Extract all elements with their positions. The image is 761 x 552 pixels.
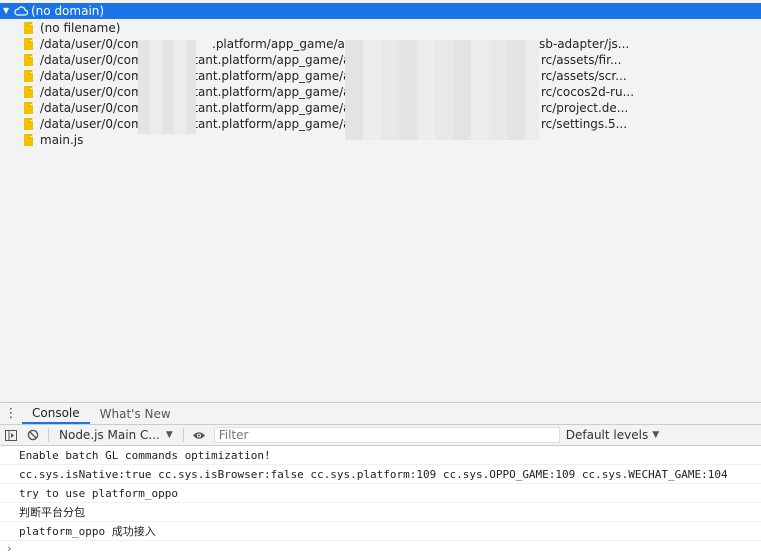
- console-messages: Enable batch GL commands optimization! c…: [0, 446, 761, 552]
- dropdown-caret-icon: ▼: [652, 430, 660, 440]
- file-path-start: /data/user/0/com.: [40, 117, 147, 131]
- redacted-region: [138, 40, 196, 134]
- console-message: 判断平台分包: [0, 503, 761, 522]
- file-icon: [24, 38, 33, 50]
- file-name: main.js: [40, 133, 84, 147]
- file-icon: [24, 134, 33, 146]
- file-item[interactable]: (no filename): [24, 20, 120, 36]
- filter-input[interactable]: [213, 427, 560, 443]
- sidebar-toggle-icon[interactable]: [0, 425, 22, 445]
- dropdown-caret-icon: ▼: [165, 430, 173, 440]
- file-path-end: rc/settings.5...: [541, 117, 628, 131]
- file-item[interactable]: /data/user/0/com: [24, 84, 143, 100]
- file-path-start: /data/user/0/com: [40, 53, 143, 67]
- file-item[interactable]: /data/user/0/com.: [24, 116, 146, 132]
- drawer-tab-bar: ⋮ Console What's New: [0, 402, 761, 425]
- file-item[interactable]: main.js: [24, 132, 83, 148]
- file-icon: [24, 70, 33, 82]
- levels-label: Default levels: [565, 428, 649, 442]
- file-path-mid: stant.platform/app_game/ap: [187, 117, 359, 131]
- context-selector[interactable]: Node.js Main C... ▼: [53, 428, 179, 442]
- file-path-mid: stant.platform/app_game/app: [187, 69, 366, 83]
- console-prompt[interactable]: ›: [0, 541, 761, 552]
- file-path-end: sb-adapter/js...: [539, 37, 630, 51]
- file-path-end: rc/project.de...: [541, 101, 629, 115]
- file-path-end: rc/assets/scr...: [541, 69, 627, 83]
- domain-label: (no domain): [31, 4, 105, 18]
- console-message: Enable batch GL commands optimization!: [0, 446, 761, 465]
- console-toolbar: Node.js Main C... ▼ Default levels ▼: [0, 425, 761, 446]
- redacted-region: [345, 40, 539, 140]
- toolbar-divider: [182, 428, 184, 442]
- file-name: (no filename): [40, 21, 121, 35]
- file-path-mid: stant.platform/app_game/app: [187, 53, 366, 67]
- file-path-start: /data/user/0/com: [40, 69, 143, 83]
- file-item[interactable]: /data/user/0/com: [24, 52, 143, 68]
- tab-whats-new[interactable]: What's New: [90, 403, 181, 424]
- file-icon: [24, 118, 33, 130]
- file-path-end: rc/cocos2d-ru...: [541, 85, 635, 99]
- sources-tree: ▼ (no domain) (no filename) /data/user/0…: [0, 0, 761, 402]
- eye-icon[interactable]: [188, 425, 210, 445]
- file-path-start: /data/user/0/com: [40, 101, 143, 115]
- more-vert-icon[interactable]: ⋮: [0, 403, 22, 424]
- context-label: Node.js Main C...: [59, 428, 160, 442]
- cloud-icon: [14, 5, 28, 17]
- console-message: cc.sys.isNative:true cc.sys.isBrowser:fa…: [0, 465, 761, 484]
- file-path-mid: stant.platform/app_game/app: [187, 85, 366, 99]
- file-item[interactable]: /data/user/0/com: [24, 36, 143, 52]
- clear-console-icon[interactable]: [22, 425, 44, 445]
- levels-selector[interactable]: Default levels ▼: [566, 428, 659, 442]
- file-item[interactable]: /data/user/0/com: [24, 68, 143, 84]
- tab-console[interactable]: Console: [22, 403, 90, 424]
- file-icon: [24, 22, 33, 34]
- file-path-mid: stant.platform/app_game/apr: [187, 101, 364, 115]
- prompt-chevron-icon: ›: [6, 541, 13, 552]
- domain-row[interactable]: ▼ (no domain): [0, 3, 761, 19]
- console-message: platform_oppo 成功接入: [0, 522, 761, 541]
- file-path-start: /data/user/0/com: [40, 37, 143, 51]
- file-path-start: /data/user/0/com: [40, 85, 143, 99]
- expand-arrow-icon[interactable]: ▼: [3, 3, 13, 19]
- file-icon: [24, 54, 33, 66]
- file-path-mid: .platform/app_game/app: [212, 37, 361, 51]
- file-path-end: rc/assets/fir...: [541, 53, 622, 67]
- file-icon: [24, 86, 33, 98]
- file-item[interactable]: /data/user/0/com: [24, 100, 143, 116]
- toolbar-divider: [48, 428, 49, 442]
- console-message: try to use platform_oppo: [0, 484, 761, 503]
- file-icon: [24, 102, 33, 114]
